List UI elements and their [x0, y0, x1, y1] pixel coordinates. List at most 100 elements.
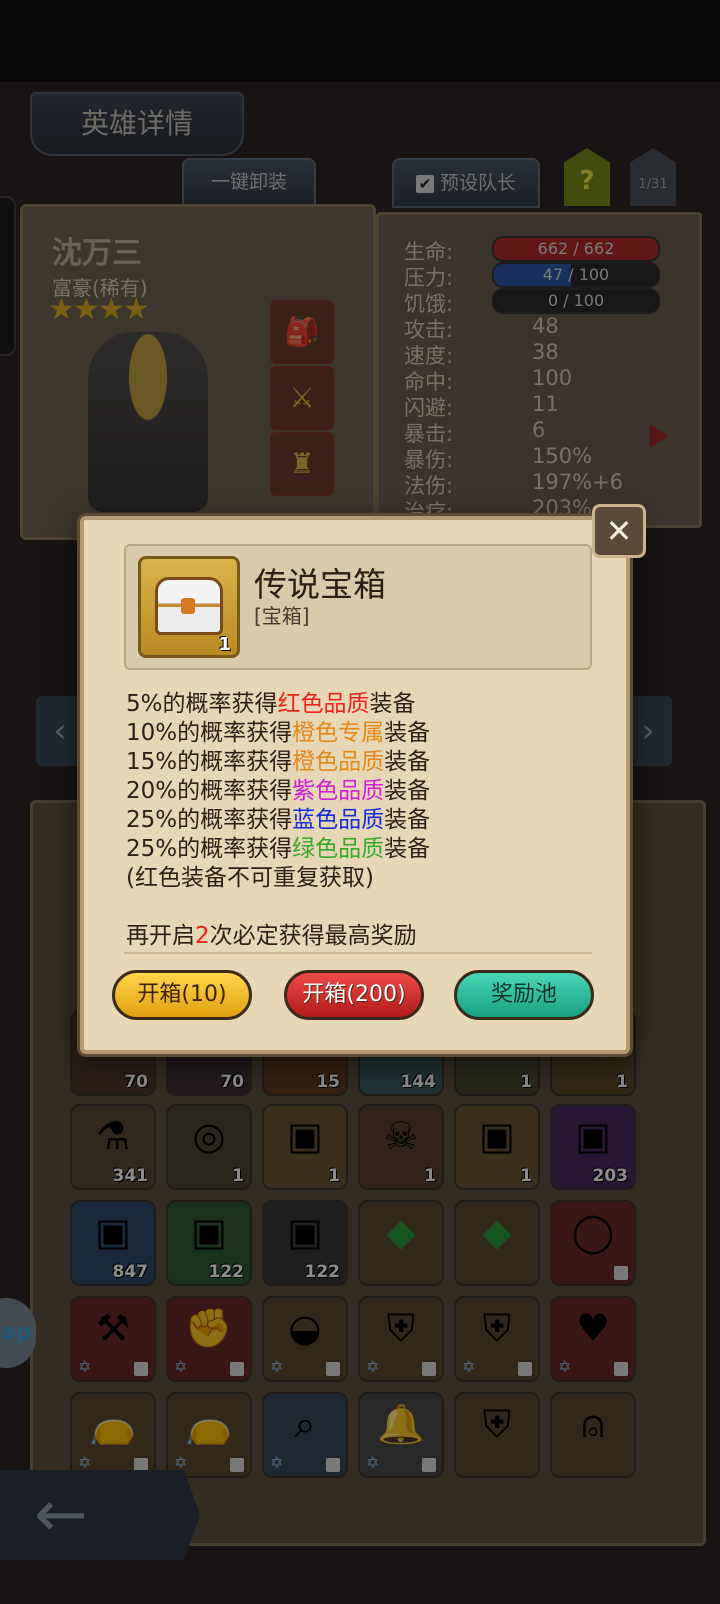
stress-bar: 47 / 100 [492, 262, 660, 288]
item-count: 1 [424, 1166, 436, 1186]
star-badge-icon: ✡ [174, 1453, 188, 1472]
inventory-slot[interactable]: ◯ [550, 1200, 636, 1286]
gauntlet-icon: ✊ [185, 1306, 233, 1350]
skull-bag-icon: ☠ [383, 1114, 419, 1158]
lock-icon [614, 1362, 628, 1376]
inventory-slot[interactable]: ✊ ✡ [166, 1296, 252, 1382]
inventory-slot[interactable]: 👝 ✡ [166, 1392, 252, 1478]
stat-value-dodge: 11 [532, 392, 559, 416]
item-name: 传说宝箱 [254, 565, 386, 604]
armor-icon: ♜ [289, 447, 315, 480]
bag-icon: ◒ [288, 1306, 322, 1350]
star-badge-icon: ✡ [78, 1453, 92, 1472]
heart-axe-icon: ♥ [575, 1306, 611, 1350]
stat-value-accuracy: 100 [532, 366, 573, 390]
pity-text: 再开启2次必定获得最高奖励 [126, 916, 417, 950]
inventory-slot[interactable]: ⛨ ✡ [454, 1296, 540, 1382]
inventory-slot[interactable]: ▣ 203 [550, 1104, 636, 1190]
side-drawer-handle[interactable] [0, 196, 16, 356]
stress-value: 47 / 100 [542, 265, 610, 284]
equipment-slot-3[interactable]: ♜ [270, 432, 334, 496]
lock-icon [422, 1458, 436, 1472]
inventory-slot[interactable]: ⚒ ✡ [70, 1296, 156, 1382]
back-arrow-icon[interactable]: ← [0, 1470, 200, 1560]
potion-icon: ⚗ [95, 1114, 131, 1158]
equipment-slot-1[interactable]: 🎒 [270, 300, 334, 364]
inventory-slot[interactable]: 🔔 ✡ [358, 1392, 444, 1478]
odds-note: (红色装备不可重复获取) [126, 865, 374, 891]
scroll-icon: ◎ [192, 1114, 226, 1158]
star-badge-icon: ✡ [366, 1357, 380, 1376]
item-count: 1 [232, 1166, 244, 1186]
item-count: 122 [208, 1262, 245, 1282]
telescope-icon: ⌕ [294, 1402, 316, 1446]
chest-icon: ▣ [191, 1210, 227, 1254]
inventory-slot[interactable]: 👝 ✡ [70, 1392, 156, 1478]
stat-value-speed: 38 [532, 340, 559, 364]
expand-stats-arrow-icon[interactable] [650, 424, 668, 448]
open-chest-10-button[interactable]: 开箱(10) [112, 970, 252, 1020]
next-hero-arrow-icon[interactable]: › [624, 696, 672, 766]
odds-suffix: 装备 [384, 836, 431, 862]
item-count: 70 [124, 1072, 148, 1092]
pouch-icon: 👝 [89, 1402, 137, 1446]
lock-icon [422, 1362, 436, 1376]
inventory-slot[interactable]: ◆ [358, 1200, 444, 1286]
pity-count: 2 [195, 923, 210, 949]
lock-icon [518, 1362, 532, 1376]
inventory-slot[interactable]: ▣ 1 [454, 1104, 540, 1190]
hero-portrait [88, 332, 208, 512]
hp-bar: 662 / 662 [492, 236, 660, 262]
lock-icon [230, 1362, 244, 1376]
hp-value: 662 / 662 [537, 239, 615, 258]
close-icon[interactable]: ✕ [592, 504, 646, 558]
inventory-slot[interactable]: ◎ 1 [166, 1104, 252, 1190]
inventory-slot[interactable]: ⌕ ✡ [262, 1392, 348, 1478]
item-count: 122 [304, 1262, 341, 1282]
reward-pool-button[interactable]: 奖励池 [454, 970, 594, 1020]
lock-icon [614, 1266, 628, 1280]
page-title: 英雄详情 [30, 92, 244, 156]
item-type: [宝箱] [254, 604, 310, 628]
inventory-slot[interactable]: ♥ ✡ [550, 1296, 636, 1382]
inventory-slot[interactable]: ▣ 122 [166, 1200, 252, 1286]
hunger-value: 0 / 100 [547, 291, 605, 310]
inventory-slot[interactable]: ▣ 1 [262, 1104, 348, 1190]
inventory-slot[interactable]: ◒ ✡ [262, 1296, 348, 1382]
hero-stars: ★★★★ [48, 292, 150, 327]
star-icon: ★ [97, 292, 125, 327]
star-badge-icon: ✡ [366, 1453, 380, 1472]
inventory-slot[interactable]: ▣ 122 [262, 1200, 348, 1286]
item-quantity: 1 [218, 634, 231, 655]
star-badge-icon: ✡ [270, 1453, 284, 1472]
shield-icon: ⛨ [482, 1402, 512, 1446]
axe-icon: ⚒ [95, 1306, 131, 1350]
side-tab-button[interactable]: ap [0, 1298, 36, 1368]
inventory-slot[interactable]: ⚗ 341 [70, 1104, 156, 1190]
prev-hero-arrow-icon[interactable]: ‹ [36, 696, 84, 766]
star-icon: ★ [122, 292, 150, 327]
inventory-slot[interactable]: ☠ 1 [358, 1104, 444, 1190]
stat-value-crit: 6 [532, 418, 546, 442]
item-count: 341 [112, 1166, 149, 1186]
stat-value-attack: 48 [532, 314, 559, 338]
open-chest-200-button[interactable]: 开箱(200) [284, 970, 424, 1020]
unequip-all-button[interactable]: 一键卸装 [182, 158, 316, 206]
equipment-slot-2[interactable]: ⚔ [270, 366, 334, 430]
pity-prefix: 再开启 [126, 923, 195, 949]
lock-icon [134, 1362, 148, 1376]
bell-icon: 🔔 [377, 1402, 425, 1446]
inventory-slot[interactable]: ⛨ ✡ [358, 1296, 444, 1382]
green-gem-icon: ◆ [386, 1210, 416, 1254]
inventory-slot[interactable]: ◆ [454, 1200, 540, 1286]
chest-icon: ▣ [575, 1114, 611, 1158]
item-count: 203 [592, 1166, 629, 1186]
star-badge-icon: ✡ [462, 1357, 476, 1376]
preset-captain-toggle[interactable]: ✔ 预设队长 [392, 158, 540, 208]
inventory-slot[interactable]: ⛨ [454, 1392, 540, 1478]
checkbox-icon[interactable]: ✔ [415, 174, 434, 193]
helmet-icon: ⚔ [289, 381, 315, 414]
inventory-slot[interactable]: ▣ 847 [70, 1200, 156, 1286]
chest-icon: ▣ [95, 1210, 131, 1254]
inventory-slot[interactable]: ⍝ [550, 1392, 636, 1478]
